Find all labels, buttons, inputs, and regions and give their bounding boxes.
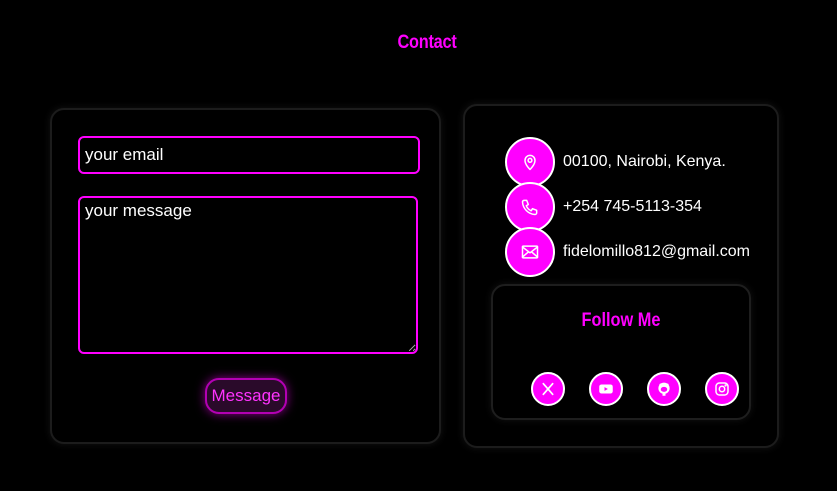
instagram-icon[interactable] xyxy=(705,372,739,406)
x-twitter-icon[interactable] xyxy=(531,372,565,406)
contact-form-card: Message xyxy=(50,108,441,444)
phone-icon xyxy=(505,182,555,232)
location-pin-icon xyxy=(505,137,555,187)
contact-phone: +254 745-5113-354 xyxy=(563,198,702,215)
page-title: Contact xyxy=(397,32,457,53)
contact-item-email: fidelomillo812@gmail.com xyxy=(505,226,750,278)
message-field[interactable] xyxy=(78,196,418,354)
follow-title: Follow Me xyxy=(581,310,661,331)
email-field[interactable] xyxy=(78,136,420,174)
follow-me-card: Follow Me xyxy=(491,284,751,420)
send-message-button[interactable]: Message xyxy=(205,378,287,414)
contact-info-card: 00100, Nairobi, Kenya. +254 745-5113-354… xyxy=(463,104,779,448)
github-icon[interactable] xyxy=(647,372,681,406)
youtube-icon[interactable] xyxy=(589,372,623,406)
contact-address: 00100, Nairobi, Kenya. xyxy=(563,153,726,170)
contact-page: Contact Message 00100, Nairobi, Kenya. +… xyxy=(0,0,837,491)
contact-email: fidelomillo812@gmail.com xyxy=(563,243,750,260)
mail-icon xyxy=(505,227,555,277)
